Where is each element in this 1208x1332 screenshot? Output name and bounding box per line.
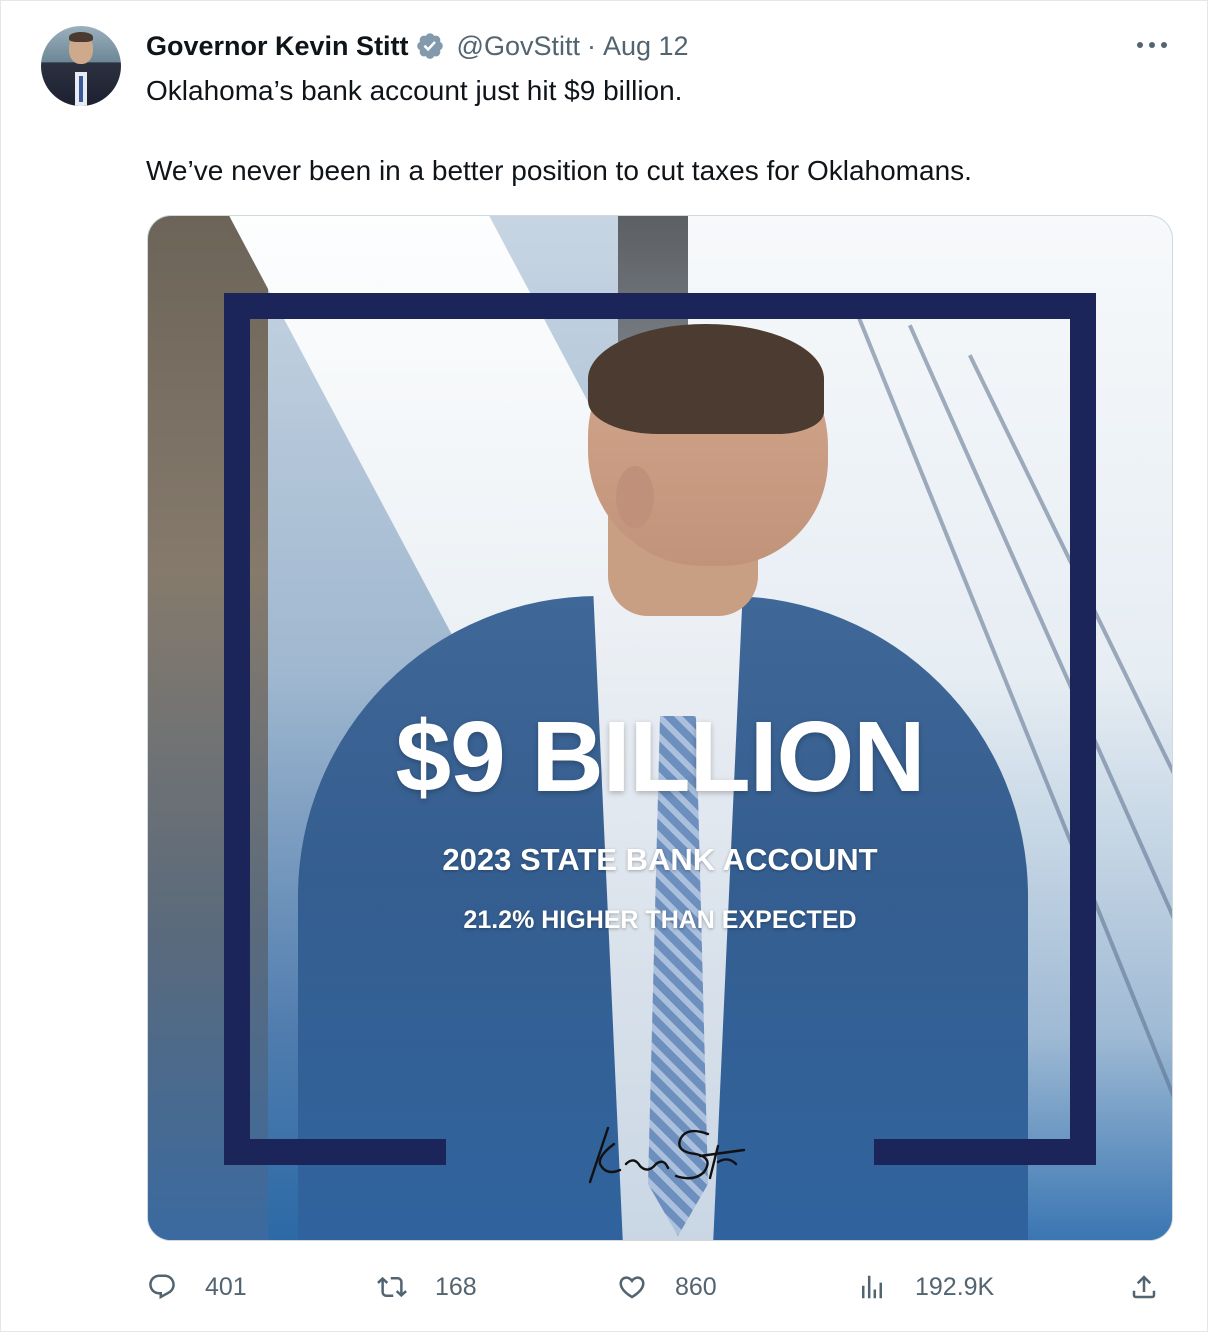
views-chart-icon	[862, 1275, 882, 1299]
tweet-header: Governor Kevin Stitt @GovStitt · Aug 12	[146, 28, 689, 64]
image-subheading: 2023 STATE BANK ACCOUNT	[442, 842, 878, 877]
views-button[interactable]: 192.9K	[857, 1265, 994, 1309]
author-handle[interactable]: @GovStitt	[457, 31, 580, 62]
image-person-hair	[588, 324, 824, 434]
tweet-text: Oklahoma’s bank account just hit $9 bill…	[146, 71, 1176, 191]
share-icon	[1132, 1275, 1156, 1299]
more-dot	[1161, 42, 1167, 48]
header-separator: ·	[587, 30, 596, 61]
retweet-button[interactable]: 168	[377, 1265, 477, 1309]
image-detail: 21.2% HIGHER THAN EXPECTED	[463, 906, 857, 934]
reply-count: 401	[205, 1272, 247, 1301]
more-dot	[1149, 42, 1155, 48]
reply-button[interactable]: 401	[147, 1265, 247, 1309]
image-person-ear	[616, 466, 654, 528]
tweet-date[interactable]: Aug 12	[603, 31, 689, 62]
like-button[interactable]: 860	[617, 1265, 717, 1309]
more-dot	[1137, 42, 1143, 48]
more-options-icon[interactable]	[1137, 35, 1167, 55]
heart-icon	[619, 1276, 645, 1299]
author-name[interactable]: Governor Kevin Stitt	[146, 31, 409, 62]
reply-icon	[149, 1274, 175, 1300]
avatar-tie	[79, 76, 83, 102]
verified-badge-icon[interactable]	[415, 31, 445, 61]
image-headline: $9 BILLION	[395, 701, 926, 813]
retweet-icon	[377, 1276, 407, 1298]
retweet-count: 168	[435, 1272, 477, 1301]
views-count: 192.9K	[915, 1272, 995, 1301]
avatar-hair	[69, 32, 93, 42]
tweet-image[interactable]: $9 BILLION 2023 STATE BANK ACCOUNT 21.2%…	[147, 215, 1173, 1241]
tweet-text-line: Oklahoma’s bank account just hit $9 bill…	[146, 75, 683, 106]
tweet-card: Governor Kevin Stitt @GovStitt · Aug 12 …	[0, 0, 1208, 1332]
like-count: 860	[675, 1272, 717, 1301]
signature-graphic	[588, 1126, 746, 1184]
tweet-actions: 401 168 860 192.9K	[147, 1265, 1177, 1309]
author-avatar[interactable]	[41, 26, 121, 106]
share-button[interactable]	[1129, 1265, 1159, 1309]
tweet-text-line: We’ve never been in a better position to…	[146, 155, 972, 186]
